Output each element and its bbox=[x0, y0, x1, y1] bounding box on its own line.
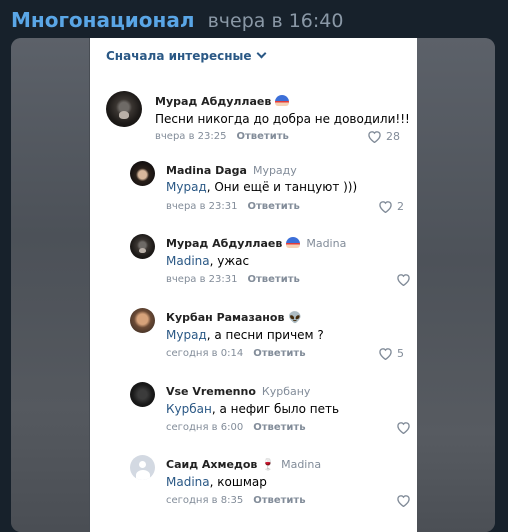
sort-dropdown[interactable]: Сначала интересные bbox=[106, 48, 266, 63]
comment-meta: сегодня в 6:00 Ответить bbox=[166, 422, 306, 433]
comment-meta: сегодня в 8:35 Ответить bbox=[166, 495, 306, 506]
comment-time[interactable]: вчера в 23:25 bbox=[155, 131, 227, 142]
comment: Мурад Абдуллаев Песни никогда до добра н… bbox=[90, 90, 417, 152]
comment-text: Мурад, Они ещё и танцуют ))) bbox=[166, 180, 358, 194]
comment-reply: Саид Ахмедов 🍷 Madina Madina, кошмар сегод… bbox=[90, 454, 417, 516]
reply-to-name[interactable]: Курбану bbox=[262, 385, 311, 398]
comment-reply: Мурад Абдуллаев Madina Madina, ужас вчера… bbox=[90, 233, 417, 295]
comments-card: Сначала интересные Мурад Абдуллаев Песни… bbox=[90, 38, 417, 532]
blurred-edge-left bbox=[11, 38, 89, 532]
heart-outline-icon bbox=[397, 273, 410, 286]
reply-button[interactable]: Ответить bbox=[253, 422, 305, 433]
reply-to-name[interactable]: Madina bbox=[306, 237, 346, 250]
message-header: Многонационал вчера в 16:40 bbox=[11, 8, 343, 36]
cap-badge-icon bbox=[275, 95, 290, 106]
avatar[interactable] bbox=[130, 382, 155, 407]
reply-to-name[interactable]: Мураду bbox=[253, 164, 297, 177]
channel-name[interactable]: Многонационал bbox=[11, 8, 195, 32]
reply-to-name[interactable]: Madina bbox=[281, 458, 321, 471]
sort-label: Сначала интересные bbox=[106, 49, 252, 63]
avatar[interactable] bbox=[106, 91, 142, 127]
reply-button[interactable]: Ответить bbox=[237, 131, 289, 142]
author-name[interactable]: Курбан Рамазанов bbox=[166, 311, 284, 324]
heart-outline-icon bbox=[397, 494, 410, 507]
reply-button[interactable]: Ответить bbox=[248, 201, 300, 212]
comment-text: Madina, ужас bbox=[166, 254, 250, 268]
like-button[interactable] bbox=[396, 493, 411, 507]
like-count: 5 bbox=[397, 346, 404, 360]
author-name[interactable]: Мурад Абдуллаев bbox=[155, 95, 271, 108]
comment-meta: вчера в 23:31 Ответить bbox=[166, 274, 300, 285]
comment-text: Madina, кошмар bbox=[166, 475, 267, 489]
heart-outline-icon bbox=[397, 421, 410, 434]
like-button[interactable] bbox=[396, 420, 411, 434]
chevron-down-icon bbox=[256, 48, 266, 59]
mention-link[interactable]: Мурад bbox=[166, 180, 207, 194]
mention-link[interactable]: Мурад bbox=[166, 328, 207, 342]
comment-time[interactable]: сегодня в 6:00 bbox=[166, 422, 243, 433]
like-button[interactable]: 5 bbox=[378, 346, 404, 360]
message-time: вчера в 16:40 bbox=[207, 10, 344, 32]
alien-badge-icon: 👽 bbox=[288, 311, 303, 324]
mention-link[interactable]: Madina bbox=[166, 254, 210, 268]
comment-reply: Vse Vremenno Курбану Курбан, а нефиг было… bbox=[90, 381, 417, 443]
like-button[interactable]: 28 bbox=[367, 129, 400, 143]
author-name[interactable]: Madina Daga bbox=[166, 164, 247, 177]
heart-outline-icon bbox=[379, 347, 392, 360]
comment-time[interactable]: вчера в 23:31 bbox=[166, 274, 238, 285]
screenshot-image[interactable]: Сначала интересные Мурад Абдуллаев Песни… bbox=[11, 38, 495, 532]
comment-meta: сегодня в 0:14 Ответить bbox=[166, 348, 306, 359]
mention-link[interactable]: Курбан bbox=[166, 402, 212, 416]
heart-outline-icon bbox=[368, 130, 381, 143]
cap-badge-icon bbox=[286, 237, 301, 248]
avatar[interactable] bbox=[130, 455, 155, 480]
comment-reply: Madina Daga Мураду Мурад, Они ещё и танцу… bbox=[90, 160, 417, 222]
comment-text: Мурад, а песни причем ? bbox=[166, 328, 324, 342]
reply-button[interactable]: Ответить bbox=[248, 274, 300, 285]
wine-glass-badge-icon: 🍷 bbox=[261, 458, 276, 471]
reply-button[interactable]: Ответить bbox=[253, 348, 305, 359]
comment-time[interactable]: вчера в 23:31 bbox=[166, 201, 238, 212]
comment-time[interactable]: сегодня в 8:35 bbox=[166, 495, 243, 506]
comment-reply: Курбан Рамазанов 👽 Мурад, а песни причем … bbox=[90, 307, 417, 369]
author-name[interactable]: Мурад Абдуллаев bbox=[166, 237, 282, 250]
avatar[interactable] bbox=[130, 234, 155, 259]
like-count: 2 bbox=[397, 199, 404, 213]
avatar[interactable] bbox=[130, 161, 155, 186]
author-name[interactable]: Саид Ахмедов bbox=[166, 458, 257, 471]
comment-text: Курбан, а нефиг было петь bbox=[166, 402, 340, 416]
comment-meta: вчера в 23:31 Ответить bbox=[166, 201, 300, 212]
blurred-edge-right bbox=[417, 38, 495, 532]
author-name[interactable]: Vse Vremenno bbox=[166, 385, 256, 398]
comment-meta: вчера в 23:25 Ответить bbox=[155, 131, 289, 142]
avatar[interactable] bbox=[130, 308, 155, 333]
mention-link[interactable]: Madina bbox=[166, 475, 210, 489]
comment-text: Песни никогда до добра не доводили!!! bbox=[155, 112, 410, 126]
like-count: 28 bbox=[386, 129, 400, 143]
reply-button[interactable]: Ответить bbox=[253, 495, 305, 506]
comment-time[interactable]: сегодня в 0:14 bbox=[166, 348, 243, 359]
like-button[interactable]: 2 bbox=[378, 199, 404, 213]
heart-outline-icon bbox=[379, 200, 392, 213]
like-button[interactable] bbox=[396, 272, 411, 286]
